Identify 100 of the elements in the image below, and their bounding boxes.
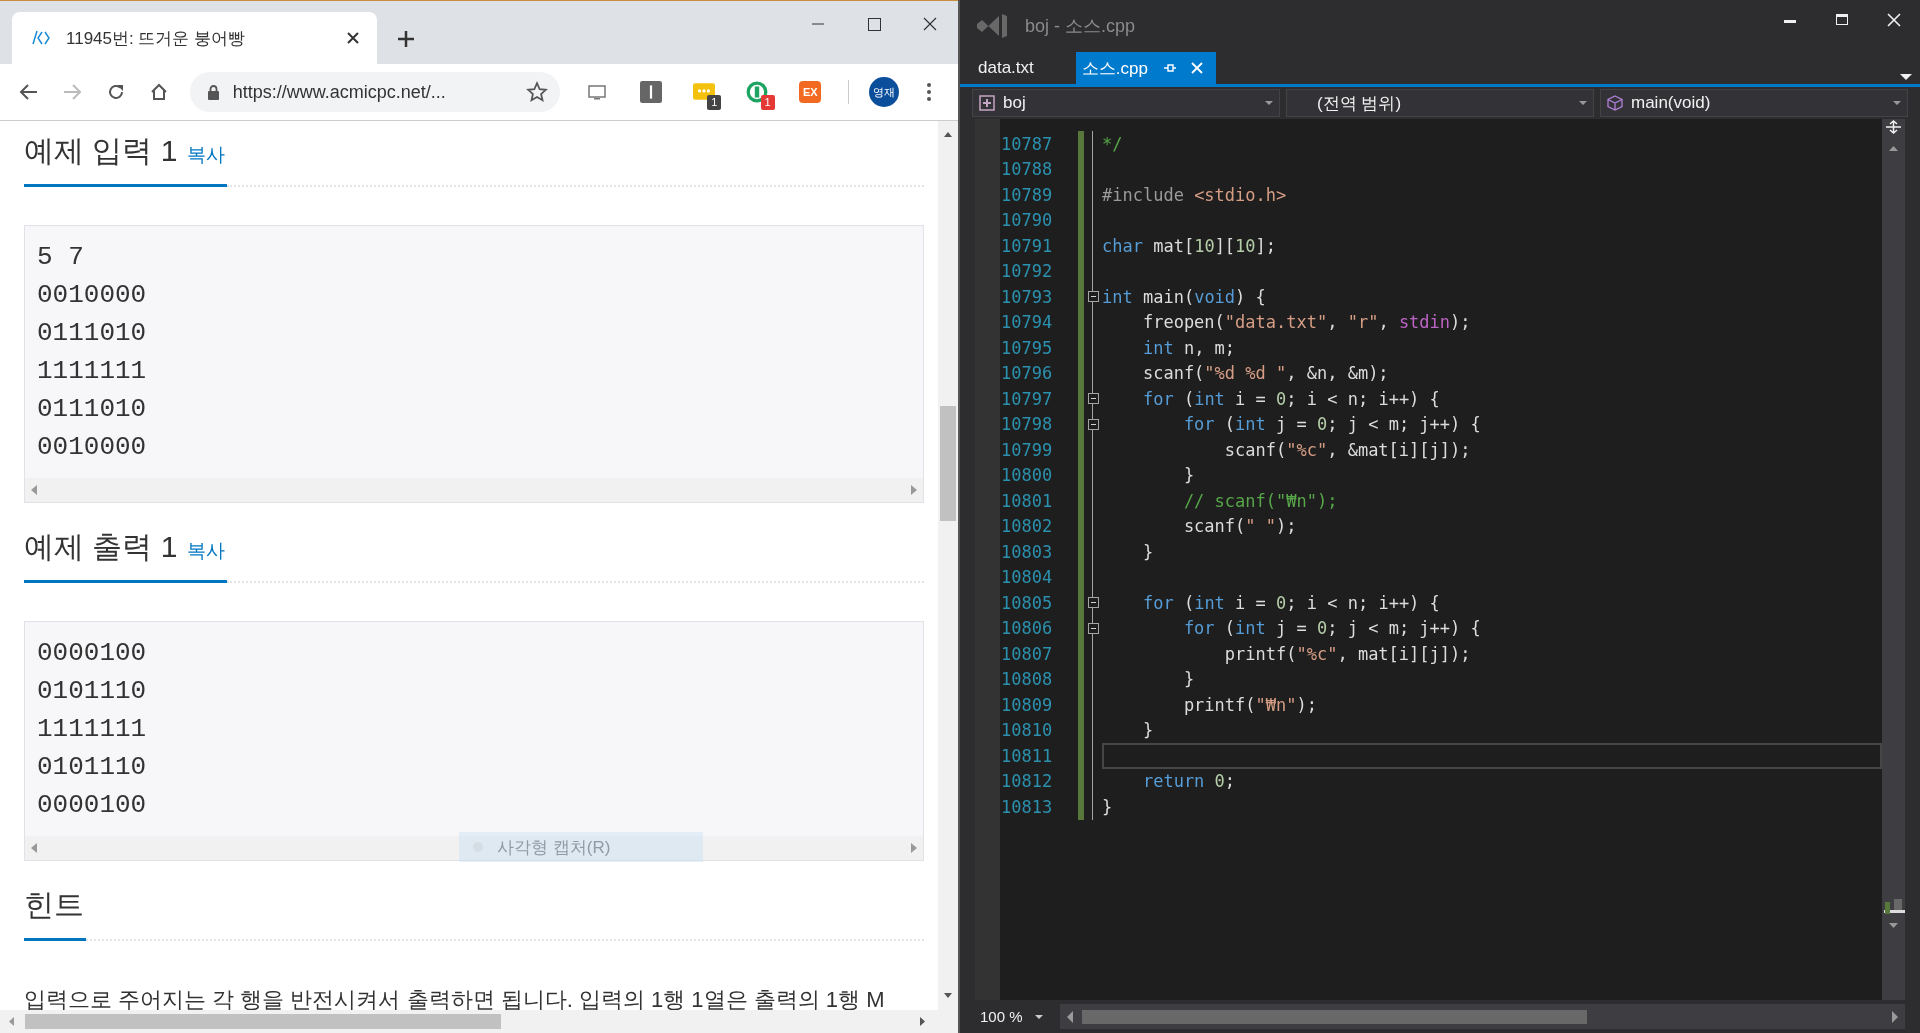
vertical-scrollbar[interactable] bbox=[1882, 119, 1905, 1000]
browser-tab[interactable]: 11945번: 뜨거운 붕어빵 bbox=[12, 12, 377, 64]
caret-icon bbox=[1034, 1014, 1043, 1019]
bar-icon[interactable] bbox=[639, 81, 662, 103]
scroll-left-icon[interactable] bbox=[1066, 1010, 1074, 1023]
code-line: for (int i = 0; i < n; i++) { bbox=[1141, 387, 1441, 411]
line-number: 10800 bbox=[1000, 465, 1054, 486]
sample-line: 0000100 bbox=[37, 789, 148, 822]
line-number: 10807 bbox=[1000, 643, 1054, 664]
badge: 1 bbox=[707, 95, 722, 110]
line-number: 10805 bbox=[1000, 592, 1054, 613]
sample-line: 0111010 bbox=[37, 393, 148, 426]
horizontal-scrollbar[interactable] bbox=[0, 1010, 958, 1033]
line-number: 10810 bbox=[1000, 720, 1054, 741]
window-title: boj - 소스.cpp bbox=[1025, 15, 1136, 38]
line-number: 10797 bbox=[1000, 388, 1054, 409]
copy-link[interactable]: 복사 bbox=[187, 538, 226, 564]
profile-avatar[interactable]: 영재 bbox=[869, 77, 899, 107]
code-line: char mat[10][10]; bbox=[1102, 234, 1278, 258]
line-number: 10794 bbox=[1000, 312, 1054, 333]
line-number: 10798 bbox=[1000, 414, 1054, 435]
collapse-icon[interactable] bbox=[1087, 622, 1099, 634]
caret-icon bbox=[1265, 101, 1273, 105]
back-icon[interactable] bbox=[18, 82, 39, 102]
code-line: return 0; bbox=[1141, 770, 1237, 794]
code-line: } bbox=[1182, 464, 1196, 488]
collapse-icon[interactable] bbox=[1087, 418, 1099, 430]
line-number: 10796 bbox=[1000, 363, 1054, 384]
caret-icon bbox=[1579, 101, 1587, 105]
code-line: scanf("%d %d ", &n, &m); bbox=[1141, 362, 1390, 386]
code-line: // scanf("₩n"); bbox=[1182, 489, 1339, 513]
line-number: 10787 bbox=[1000, 133, 1054, 154]
line-number: 10801 bbox=[1000, 490, 1054, 511]
code-line: scanf("%c", &mat[i][j]); bbox=[1223, 438, 1472, 462]
scroll-right-icon[interactable] bbox=[911, 843, 917, 853]
code-editor[interactable] bbox=[975, 119, 1882, 1000]
close-icon[interactable] bbox=[345, 30, 361, 46]
copy-link[interactable]: 복사 bbox=[187, 142, 226, 168]
zoom-dropdown[interactable]: 100 % bbox=[975, 1008, 1060, 1025]
code-line: int main(void) { bbox=[1102, 285, 1267, 309]
horizontal-scrollbar[interactable] bbox=[1060, 1004, 1905, 1029]
editor-tab[interactable]: 소스.cpp bbox=[1075, 52, 1216, 84]
sample-line: 0010000 bbox=[37, 431, 148, 464]
scroll-right-icon[interactable] bbox=[1891, 1010, 1899, 1023]
scroll-left-icon[interactable] bbox=[31, 843, 37, 853]
code-line: scanf(" "); bbox=[1182, 515, 1298, 539]
code-line: #include <stdio.h> bbox=[1102, 183, 1288, 207]
line-number: 10806 bbox=[1000, 618, 1054, 639]
vertical-scrollbar[interactable] bbox=[938, 121, 958, 1010]
menu-icon[interactable] bbox=[926, 82, 933, 102]
line-number: 10791 bbox=[1000, 235, 1054, 256]
code-line: for (int j = 0; j < m; j++) { bbox=[1182, 617, 1482, 641]
section-heading: 힌트 bbox=[24, 887, 84, 923]
plus-icon[interactable] bbox=[397, 30, 415, 48]
sample-line: 0111010 bbox=[37, 317, 148, 350]
pin-icon[interactable] bbox=[1161, 61, 1176, 75]
sample-line: 0101110 bbox=[37, 751, 148, 784]
lock-icon bbox=[205, 83, 221, 101]
editor-tab[interactable]: data.txt bbox=[972, 52, 1046, 84]
line-number: 10813 bbox=[1000, 796, 1054, 817]
code-line: */ bbox=[1102, 132, 1124, 156]
star-icon[interactable] bbox=[525, 81, 548, 103]
scroll-right-icon[interactable] bbox=[911, 485, 917, 495]
line-number: 10808 bbox=[1000, 669, 1054, 690]
sample-line: 0101110 bbox=[37, 675, 148, 708]
project-icon bbox=[979, 95, 995, 111]
collapse-icon[interactable] bbox=[1087, 597, 1099, 609]
dropdown-icon[interactable] bbox=[1900, 74, 1912, 80]
sample-line: 1111111 bbox=[37, 713, 148, 746]
line-number: 10790 bbox=[1000, 210, 1054, 231]
code-line: } bbox=[1141, 719, 1155, 743]
scroll-left-icon[interactable] bbox=[31, 485, 37, 495]
code-line: for (int i = 0; i < n; i++) { bbox=[1141, 591, 1441, 615]
line-number: 10802 bbox=[1000, 516, 1054, 537]
line-number: 10793 bbox=[1000, 286, 1054, 307]
collapse-icon[interactable] bbox=[1087, 393, 1099, 405]
line-number: 10811 bbox=[1000, 745, 1054, 766]
collapse-icon[interactable] bbox=[1087, 291, 1099, 303]
line-number: 10812 bbox=[1000, 771, 1054, 792]
cube-icon bbox=[1607, 95, 1623, 111]
caret-icon bbox=[1893, 101, 1901, 105]
monitor-icon[interactable] bbox=[587, 82, 608, 102]
code-line: for (int j = 0; j < m; j++) { bbox=[1182, 413, 1482, 437]
line-number: 10803 bbox=[1000, 541, 1054, 562]
capture-tooltip: 사각형 캡처(R) bbox=[459, 832, 703, 862]
sample-line: 0000100 bbox=[37, 637, 148, 670]
badge: 1 bbox=[760, 95, 775, 110]
line-number: 10809 bbox=[1000, 694, 1054, 715]
code-line: int n, m; bbox=[1141, 336, 1237, 360]
project-dropdown[interactable]: boj bbox=[972, 89, 1280, 117]
section-heading: 예제 입력 1 bbox=[24, 133, 178, 169]
line-number: 10795 bbox=[1000, 337, 1054, 358]
member-dropdown[interactable]: main(void) bbox=[1600, 89, 1908, 117]
code-line: printf("%c", mat[i][j]); bbox=[1223, 642, 1472, 666]
code-line: freopen("data.txt", "r", stdin); bbox=[1141, 311, 1472, 335]
scope-dropdown[interactable]: (전역 범위) bbox=[1286, 89, 1594, 117]
code-line: } bbox=[1102, 795, 1114, 819]
sample-line: 1111111 bbox=[37, 355, 148, 388]
address-bar[interactable]: https://www.acmicpc.net/... bbox=[189, 72, 560, 112]
line-number: 10792 bbox=[1000, 261, 1054, 282]
